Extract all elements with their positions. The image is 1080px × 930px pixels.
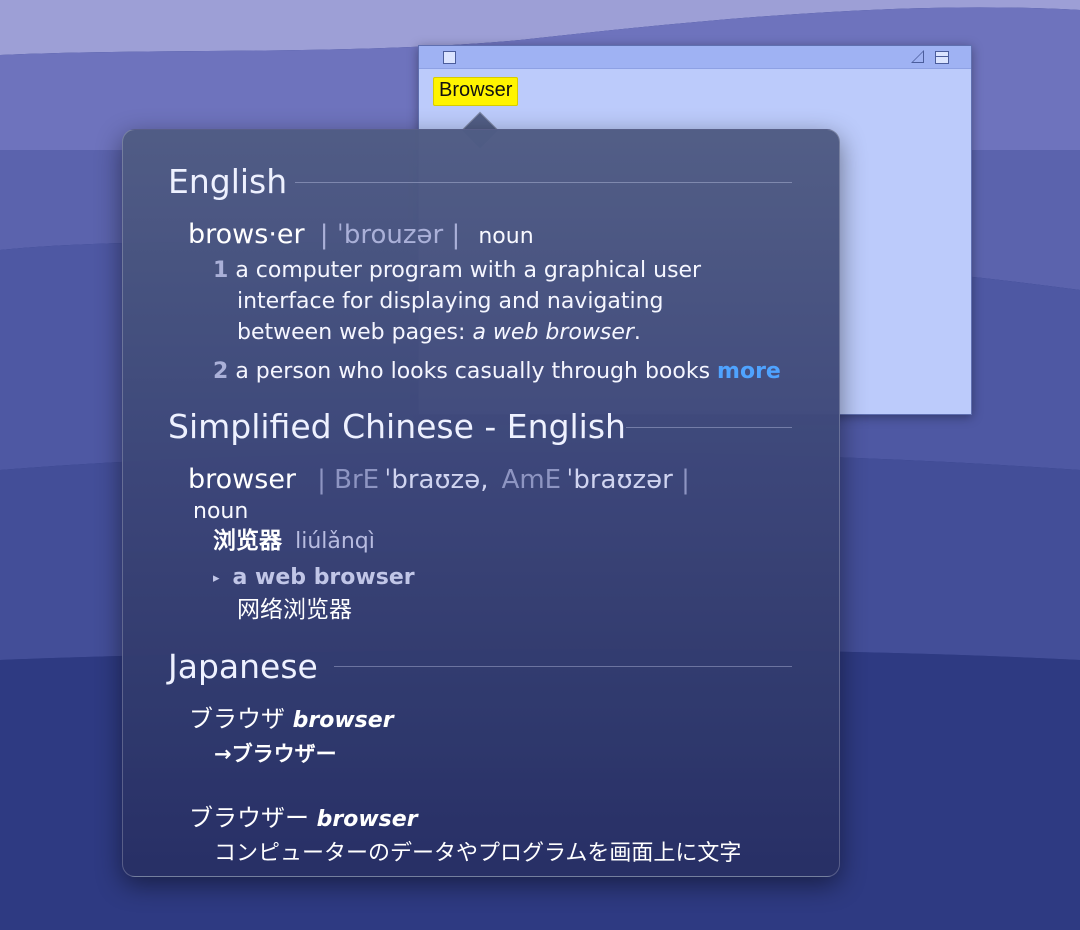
definition-line: interface for displaying and navigating	[237, 289, 664, 314]
headword: brows·er	[188, 219, 305, 250]
bre-ipa: ˈbraʊzə,	[384, 465, 489, 495]
ame-ipa: ˈbraʊzər	[566, 465, 673, 495]
definition-1: 1 a computer program with a graphical us…	[213, 257, 701, 285]
japanese-entry-2: ブラウザー browser	[189, 803, 418, 835]
selected-word-highlight[interactable]: Browser	[433, 77, 519, 106]
definition-text: a person who looks casually through book…	[235, 359, 711, 384]
chinese-translation-row: 浏览器 liúlǎnqì	[213, 527, 375, 556]
japanese-entry-1: ブラウザ browser	[189, 704, 394, 736]
pinyin: liúlǎnqì	[295, 529, 375, 554]
headword: browser	[188, 464, 297, 495]
sticky-note-titlebar[interactable]	[419, 46, 971, 69]
chinese-translation: 浏览器	[213, 528, 282, 554]
roman-word: browser	[292, 708, 394, 733]
definition-line: between web pages:	[237, 320, 473, 345]
chinese-entry-header: browser | BrE ˈbraʊzə, AmE ˈbraʊzər |	[188, 464, 690, 496]
english-entry-header: brows·er | ˈbrouzər | noun	[188, 219, 534, 251]
cross-reference-link[interactable]: →ブラウザー	[214, 739, 337, 769]
kana-headword: ブラウザー	[189, 804, 309, 832]
dictionary-popover[interactable]: English brows·er | ˈbrouzər | noun 1 a c…	[122, 129, 840, 877]
section-divider	[295, 182, 792, 183]
part-of-speech: noun	[478, 224, 534, 249]
section-title-japanese: Japanese	[168, 647, 318, 686]
bullet-icon: ▸	[213, 571, 220, 586]
section-divider	[626, 427, 792, 428]
close-icon[interactable]	[443, 51, 456, 64]
part-of-speech: noun	[193, 499, 249, 524]
chinese-example-row: ▸ a web browser	[213, 564, 415, 593]
example-chinese: 网络浏览器	[237, 597, 352, 623]
section-divider	[334, 666, 792, 667]
more-link[interactable]: more	[717, 359, 781, 384]
definition-end: .	[633, 320, 641, 345]
definition-example: a web browser	[472, 320, 634, 345]
bre-label: BrE	[334, 465, 380, 495]
definition-line-final: between web pages: a web browser.	[237, 319, 641, 347]
example-english: a web browser	[232, 565, 415, 590]
section-title-english: English	[168, 162, 288, 201]
definition-number: 2	[213, 359, 229, 384]
resize-icon[interactable]	[911, 50, 924, 63]
pronunciation: | ˈbrouzər |	[319, 220, 461, 250]
roman-word: browser	[316, 807, 418, 832]
definition-line: a computer program with a graphical user	[235, 258, 702, 283]
kana-headword: ブラウザ	[189, 705, 285, 733]
definition-number: 1	[213, 258, 229, 283]
collapse-icon[interactable]	[935, 51, 949, 64]
ame-label: AmE	[501, 465, 562, 495]
pronunciation-bar: |	[317, 465, 335, 495]
japanese-definition: コンピューターのデータやプログラムを画面上に文字	[214, 841, 742, 866]
section-title-chinese: Simplified Chinese - English	[168, 407, 626, 446]
definition-2: 2 a person who looks casually through bo…	[213, 358, 781, 386]
pronunciation-bar: |	[672, 465, 690, 495]
